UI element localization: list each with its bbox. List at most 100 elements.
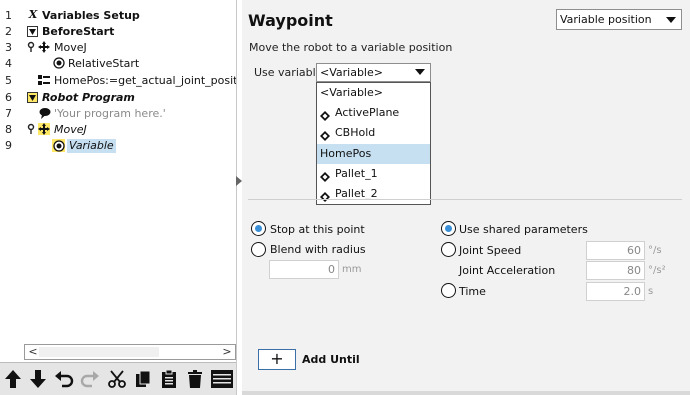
- undo-icon[interactable]: [52, 367, 76, 391]
- dropdown-option-placeholder[interactable]: <Variable>: [317, 83, 430, 103]
- dropdown-option-homepos[interactable]: HomePos: [317, 144, 430, 164]
- waypoint-icon: [53, 57, 65, 69]
- select-value: <Variable>: [320, 66, 383, 79]
- variable-dropdown-list: <Variable> ActivePlane CBHold HomePos Pa…: [316, 82, 431, 205]
- add-until-label: Add Until: [302, 353, 360, 366]
- waypoint-icon: [52, 139, 65, 152]
- joint-speed-radio[interactable]: [441, 242, 456, 257]
- horizontal-scrollbar[interactable]: < >: [24, 344, 236, 360]
- scroll-left-button[interactable]: <: [26, 345, 40, 359]
- expand-pin-icon[interactable]: [25, 123, 37, 135]
- move-up-icon[interactable]: [1, 367, 25, 391]
- line-number: 4: [5, 57, 12, 70]
- option-label: Pallet_2: [335, 187, 378, 200]
- copy-icon[interactable]: [131, 367, 155, 391]
- suppress-icon[interactable]: [209, 367, 235, 391]
- option-label: <Variable>: [320, 86, 383, 99]
- joint-speed-input[interactable]: 60: [586, 241, 645, 260]
- dropdown-option-activeplane[interactable]: ActivePlane: [317, 103, 430, 123]
- tree-node-movej-1[interactable]: 3 MoveJ: [0, 40, 236, 56]
- use-shared-parameters-label: Use shared parameters: [459, 223, 588, 236]
- line-number: 6: [5, 91, 12, 104]
- tree-node-movej-2[interactable]: 8 MoveJ: [0, 122, 236, 138]
- variables-x-icon: X: [28, 8, 38, 21]
- time-unit: s: [648, 286, 654, 297]
- add-until-button[interactable]: +: [258, 349, 296, 370]
- move-arrows-icon: [38, 41, 50, 53]
- collapse-icon[interactable]: [27, 26, 38, 37]
- move-arrows-icon: [38, 123, 50, 135]
- waypoint-description: Move the robot to a variable position: [249, 41, 453, 54]
- cut-icon[interactable]: [105, 367, 129, 391]
- line-number: 2: [5, 25, 12, 38]
- use-shared-parameters-radio[interactable]: [441, 221, 456, 236]
- line-number: 3: [5, 41, 12, 54]
- tree-node-label: Variable: [67, 139, 116, 153]
- tree-node-homepos-assignment[interactable]: 5 HomePos:=get_actual_joint_positions(): [0, 73, 236, 89]
- joint-acceleration-label: Joint Acceleration: [459, 264, 556, 277]
- line-number: 1: [5, 9, 12, 22]
- line-number: 5: [5, 74, 12, 87]
- divider: [248, 199, 682, 200]
- chevron-down-icon: [666, 17, 676, 23]
- tree-node-label: 'Your program here.': [54, 107, 166, 120]
- tree-node-label: MoveJ: [54, 41, 87, 54]
- option-label: Pallet_1: [335, 167, 378, 180]
- scroll-right-button[interactable]: >: [220, 345, 234, 359]
- tree-node-variable-waypoint[interactable]: 9 Variable: [0, 138, 236, 154]
- program-tree-panel: 1 X Variables Setup 2 BeforeStart 3 Move…: [0, 0, 237, 395]
- line-number: 8: [5, 123, 12, 136]
- radius-unit: mm: [342, 264, 362, 275]
- variable-diamond-icon: [320, 169, 330, 182]
- variable-diamond-icon: [320, 189, 330, 202]
- joint-acceleration-input[interactable]: 80: [586, 261, 645, 280]
- tree-node-variables-setup[interactable]: 1 X Variables Setup: [0, 8, 236, 24]
- assignment-icon: [38, 74, 50, 86]
- program-toolbar: [0, 362, 236, 395]
- dropdown-option-pallet-2[interactable]: Pallet_2: [317, 184, 430, 204]
- expand-pin-icon[interactable]: [25, 41, 37, 53]
- page-title: Waypoint: [248, 11, 333, 30]
- comment-bubble-icon: [39, 107, 51, 119]
- time-input[interactable]: 2.0: [586, 282, 645, 301]
- tree-node-label: Variables Setup: [42, 9, 140, 22]
- stop-at-point-radio[interactable]: [251, 221, 266, 236]
- dropdown-option-cbhold[interactable]: CBHold: [317, 123, 430, 143]
- bottom-edge: [242, 391, 690, 395]
- tree-node-label: MoveJ: [54, 123, 87, 136]
- tree-node-label: HomePos:=get_actual_joint_positions(): [54, 74, 236, 87]
- waypoint-editor-panel: Waypoint Variable position Move the robo…: [242, 0, 690, 395]
- collapse-icon[interactable]: [27, 92, 38, 103]
- joint-acceleration-unit: °/s²: [648, 265, 666, 276]
- paste-icon[interactable]: [157, 367, 181, 391]
- option-label: ActivePlane: [335, 106, 400, 119]
- blend-radius-radio[interactable]: [251, 242, 266, 257]
- option-label: CBHold: [335, 126, 376, 139]
- tree-node-before-start[interactable]: 2 BeforeStart: [0, 24, 236, 40]
- dropdown-option-pallet-1[interactable]: Pallet_1: [317, 164, 430, 184]
- tree-node-comment[interactable]: 7 'Your program here.': [0, 106, 236, 122]
- tree-node-relative-start[interactable]: 4 RelativeStart: [0, 56, 236, 72]
- joint-speed-unit: °/s: [648, 245, 662, 256]
- move-down-icon[interactable]: [26, 367, 50, 391]
- time-label: Time: [459, 285, 486, 298]
- variable-select[interactable]: <Variable>: [316, 63, 431, 82]
- chevron-down-icon: [415, 69, 425, 75]
- tree-node-label: Robot Program: [42, 91, 135, 104]
- delete-trash-icon[interactable]: [183, 367, 207, 391]
- use-variable-label: Use variable: [254, 66, 323, 79]
- waypoint-type-select[interactable]: Variable position: [556, 9, 682, 30]
- stop-at-point-label: Stop at this point: [270, 223, 365, 236]
- line-number: 9: [5, 139, 12, 152]
- line-number: 7: [5, 107, 12, 120]
- variable-diamond-icon: [320, 108, 330, 121]
- select-value: Variable position: [560, 13, 652, 26]
- joint-speed-label: Joint Speed: [459, 244, 522, 257]
- scrollbar-thumb[interactable]: [39, 347, 159, 357]
- time-radio[interactable]: [441, 283, 456, 298]
- redo-icon[interactable]: [78, 367, 102, 391]
- option-label: HomePos: [320, 147, 372, 160]
- blend-radius-input[interactable]: 0: [269, 260, 339, 279]
- blend-radius-label: Blend with radius: [270, 243, 366, 256]
- tree-node-robot-program[interactable]: 6 Robot Program: [0, 90, 236, 106]
